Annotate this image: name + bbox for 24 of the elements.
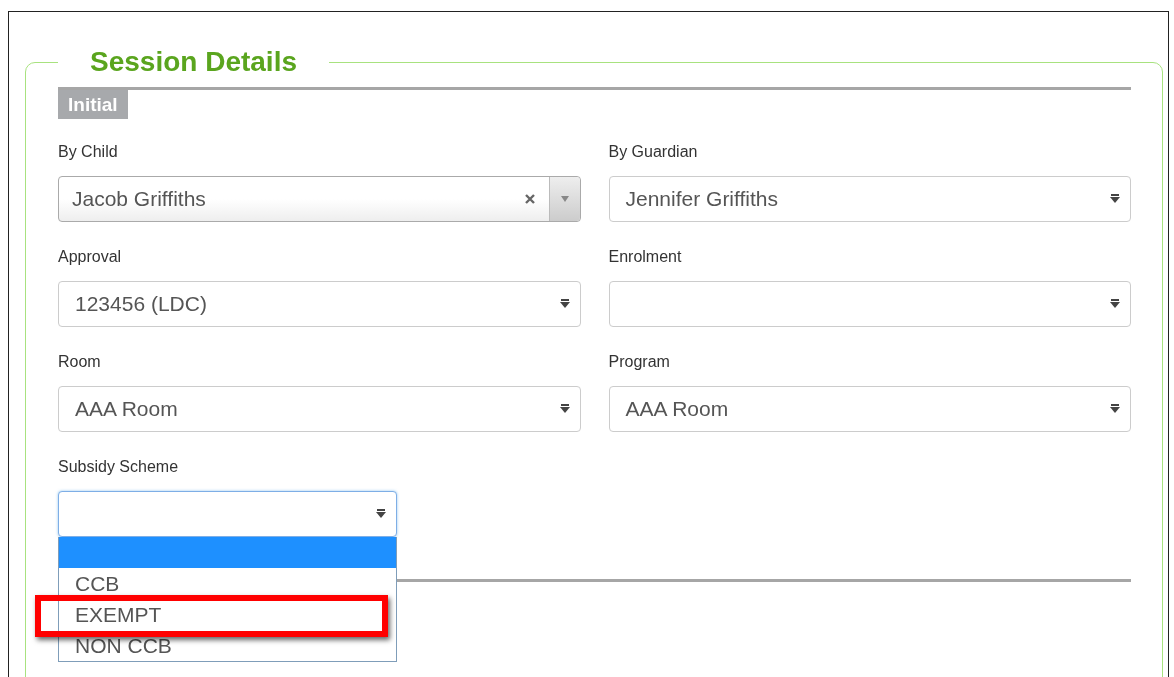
field-label: Approval	[58, 247, 122, 267]
caret-icon	[559, 404, 570, 414]
field-label: Enrolment	[608, 247, 682, 267]
caret-icon	[1110, 299, 1120, 309]
caret-icon	[1110, 404, 1120, 414]
select-field[interactable]: 123456 (LDC)	[58, 281, 581, 327]
caret-icon	[1110, 194, 1120, 204]
caret-icon	[376, 509, 386, 519]
field-label: By Child	[58, 142, 118, 162]
field-label: Subsidy Scheme	[58, 457, 179, 477]
select-field[interactable]: AAA Room	[58, 386, 581, 432]
field-label: Room	[58, 352, 101, 372]
select-field[interactable]	[608, 281, 1131, 327]
select-field[interactable]	[58, 491, 397, 537]
child-select[interactable]: Jacob Griffiths	[58, 176, 581, 222]
section-title: Session Details	[89, 45, 298, 79]
clear-icon[interactable]	[524, 194, 535, 204]
field-label: Program	[608, 352, 670, 372]
field-label: By Guardian	[608, 142, 698, 162]
select-field[interactable]: AAA Room	[608, 386, 1131, 432]
group-tag: Initial	[58, 90, 128, 119]
dropdown-arrow-icon	[560, 196, 569, 202]
caret-icon	[559, 299, 570, 309]
select-field[interactable]: Jennifer Griffiths	[608, 176, 1131, 222]
